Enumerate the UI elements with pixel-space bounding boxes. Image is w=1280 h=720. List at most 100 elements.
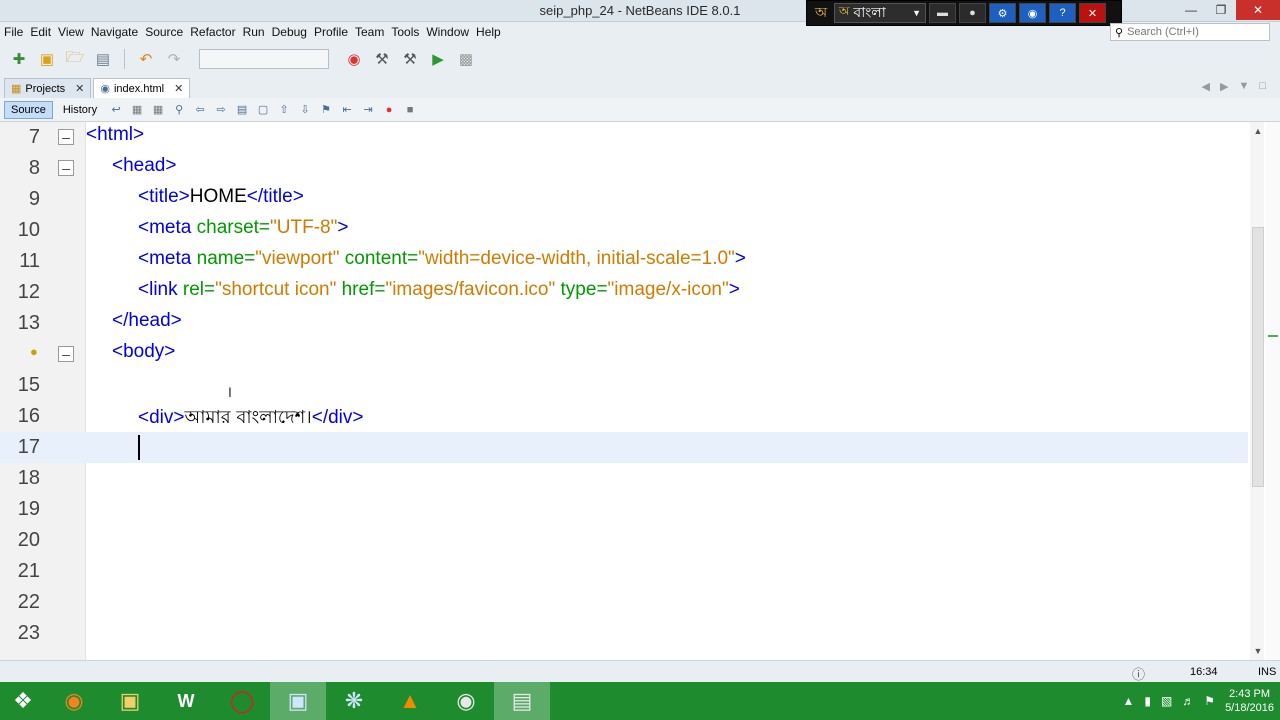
toggle-bookmark-icon[interactable]: ⚑ (317, 101, 335, 119)
tab-projects[interactable]: ▦ Projects ✕ (4, 78, 92, 98)
search-box[interactable]: ⚲ Search (Ctrl+I) (1110, 23, 1270, 41)
menu-tools[interactable]: Tools (391, 25, 419, 39)
previous-bookmark-icon[interactable]: ⇧ (275, 101, 293, 119)
new-project-icon[interactable]: ▣ (36, 48, 58, 70)
safari-icon[interactable]: ❋ (326, 682, 382, 720)
scroll-down-icon[interactable]: ▼ (1252, 646, 1264, 658)
web-icon[interactable]: ◉ (1019, 3, 1046, 23)
close-icon[interactable]: ✕ (174, 82, 183, 95)
menu-file[interactable]: File (4, 25, 23, 39)
clock-time: 2:43 PM (1229, 688, 1271, 700)
change-marker[interactable] (1268, 335, 1278, 337)
find-icon[interactable]: ⚲ (170, 101, 188, 119)
find-previous-icon[interactable]: ⇦ (191, 101, 209, 119)
network-icon[interactable]: ▮ (1144, 694, 1151, 708)
clean-build-icon[interactable]: ⚒ (399, 48, 421, 70)
configuration-select[interactable] (199, 49, 329, 69)
code-line: 7 – <html> (0, 122, 1248, 153)
build-icon[interactable]: ⚒ (371, 48, 393, 70)
ime-close-icon[interactable]: ✕ (1079, 3, 1106, 23)
line-number: 16 (17, 405, 40, 427)
menu-source[interactable]: Source (145, 25, 183, 39)
ime-language-select[interactable]: অ বাংলা ▼ (834, 3, 926, 23)
scroll-up-icon[interactable]: ▲ (1252, 126, 1264, 138)
netbeans-icon[interactable]: ▣ (270, 682, 326, 720)
help-icon[interactable]: ? (1049, 3, 1076, 23)
windows-start-icon[interactable]: ❖ (0, 682, 46, 720)
fold-collapse-icon[interactable]: – (58, 160, 74, 176)
open-project-icon[interactable]: 🗁 (64, 48, 86, 70)
menu-navigate[interactable]: Navigate (91, 25, 138, 39)
debug-icon[interactable]: ▩ (455, 48, 477, 70)
windows-taskbar: ❖ ◉ ▣ W ◯ ▣ ❋ ▲ ◉ ▤ ▲ ▮ ▧ ♬ ⚑ 2:43 PM 5/… (0, 682, 1280, 720)
main-toolbar: ✚ ▣ 🗁 ▤ ↶ ↷ ◉ ⚒ ⚒ ▶ ▩ (0, 44, 1280, 74)
mouse-icon[interactable]: ● (959, 3, 986, 23)
toggle-highlight-icon[interactable]: ▢ (254, 101, 272, 119)
settings-icon[interactable]: ⚙ (989, 3, 1016, 23)
chevron-left-icon[interactable]: ◀ (1202, 80, 1210, 93)
shift-right-icon[interactable]: ⇥ (359, 101, 377, 119)
undo-icon[interactable]: ↶ (135, 48, 157, 70)
menu-profile[interactable]: Profile (314, 25, 348, 39)
code-lines: 7 – <html> 8 – <head> 9 <title>HOME</tit… (0, 122, 1248, 649)
line-number: 23 (17, 622, 40, 644)
volume-icon[interactable]: ♬ (1182, 694, 1194, 708)
menu-refactor[interactable]: Refactor (190, 25, 235, 39)
menu-run[interactable]: Run (243, 25, 265, 39)
minimize-button[interactable]: — (1176, 0, 1206, 20)
error-stripe[interactable] (1266, 122, 1280, 660)
shift-left-icon[interactable]: ⇤ (338, 101, 356, 119)
run-icon[interactable]: ▶ (427, 48, 449, 70)
chevron-down-icon[interactable]: ▼ (1238, 80, 1249, 93)
code-value: "UTF-8" (270, 217, 338, 238)
back-icon[interactable]: ↩ (107, 101, 125, 119)
menu-edit[interactable]: Edit (30, 25, 51, 39)
chevron-right-icon[interactable]: ▶ (1220, 80, 1228, 93)
redo-icon[interactable]: ↷ (163, 48, 185, 70)
restore-button[interactable]: ❐ (1206, 0, 1236, 20)
close-button[interactable]: ✕ (1236, 0, 1280, 20)
clock[interactable]: 2:43 PM 5/18/2016 (1225, 687, 1274, 715)
new-file-icon[interactable]: ✚ (8, 48, 30, 70)
maximize-icon[interactable]: □ (1259, 80, 1266, 93)
code-tag: > (734, 248, 746, 269)
menu-view[interactable]: View (58, 25, 84, 39)
code-editor[interactable]: 7 – <html> 8 – <head> 9 <title>HOME</tit… (0, 122, 1280, 660)
history-tab[interactable]: History (56, 101, 104, 119)
fold-collapse-icon[interactable]: – (58, 129, 74, 145)
word-icon[interactable]: W (158, 682, 214, 720)
close-icon[interactable]: ✕ (75, 82, 84, 95)
source-tab[interactable]: Source (4, 100, 53, 119)
power-icon[interactable]: ▧ (1161, 694, 1172, 708)
vlc-icon[interactable]: ▲ (382, 682, 438, 720)
save-all-icon[interactable]: ▤ (92, 48, 114, 70)
keyboard-icon[interactable]: ▬ (929, 3, 956, 23)
firefox-icon[interactable]: ◉ (46, 682, 102, 720)
find-next-icon[interactable]: ⇨ (212, 101, 230, 119)
chrome-icon[interactable]: ◉ (438, 682, 494, 720)
code-line: 13 </head> (0, 308, 1248, 339)
tray-expand-icon[interactable]: ▲ (1122, 694, 1134, 708)
forward-icon[interactable]: ▦ (128, 101, 146, 119)
stop-macro-icon[interactable]: ■ (401, 101, 419, 119)
browser-chrome-icon[interactable]: ◉ (343, 48, 365, 70)
flag-icon[interactable]: ⚑ (1204, 694, 1215, 708)
fold-collapse-icon[interactable]: – (58, 346, 74, 362)
next-bookmark-icon[interactable]: ⇩ (296, 101, 314, 119)
menu-debug[interactable]: Debug (272, 25, 307, 39)
lightbulb-hint-icon[interactable]: ● (30, 344, 38, 359)
menu-help[interactable]: Help (476, 25, 501, 39)
ime-logo-icon[interactable]: অ (811, 3, 831, 23)
last-edit-icon[interactable]: ▦ (149, 101, 167, 119)
find-selection-icon[interactable]: ▤ (233, 101, 251, 119)
vertical-scrollbar[interactable]: ▲ ▼ (1250, 122, 1264, 660)
tab-index-html[interactable]: ◉ index.html ✕ (93, 78, 191, 98)
media-app-icon[interactable]: ▤ (494, 682, 550, 720)
menu-team[interactable]: Team (355, 25, 384, 39)
opera-icon[interactable]: ◯ (214, 682, 270, 720)
file-explorer-icon[interactable]: ▣ (102, 682, 158, 720)
start-macro-icon[interactable]: ● (380, 101, 398, 119)
menu-window[interactable]: Window (426, 25, 469, 39)
scrollbar-thumb[interactable] (1252, 227, 1264, 487)
notifications-icon[interactable]: ⓘ (1132, 664, 1145, 683)
